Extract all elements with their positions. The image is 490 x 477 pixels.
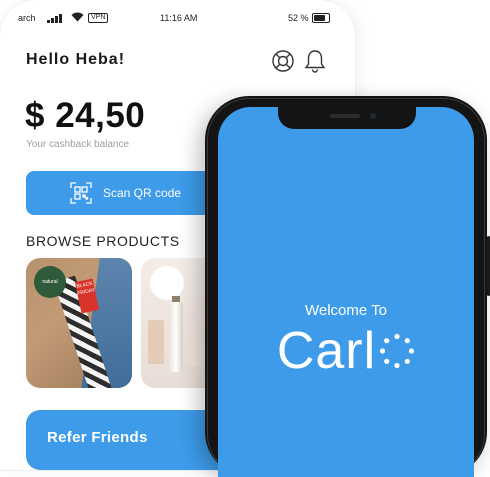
browse-products-title: BROWSE PRODUCTS — [26, 233, 180, 249]
refer-friends-label: Refer Friends — [47, 429, 148, 446]
notch — [278, 107, 416, 129]
scan-qr-label: Scan QR code — [103, 186, 182, 200]
product-image — [148, 320, 164, 364]
battery-icon — [312, 13, 330, 23]
wifi-icon — [71, 12, 84, 22]
carrier-label: arch — [18, 13, 36, 23]
cashback-balance: $ 24,50 — [25, 96, 146, 135]
battery-percent: 52 % — [288, 13, 309, 23]
bell-icon[interactable] — [304, 49, 326, 73]
balance-label: Your cashback balance — [26, 139, 130, 150]
product-card[interactable]: natural BLACK FRIDAY — [26, 258, 132, 388]
status-time: 11:16 AM — [160, 13, 198, 23]
carlo-o-icon — [380, 333, 415, 369]
support-icon[interactable] — [271, 49, 295, 73]
welcome-text: Welcome To — [305, 302, 387, 319]
brand-name: Carl — [276, 322, 377, 380]
phone-frame: Welcome To Carl — [205, 96, 490, 477]
brand-logo — [150, 266, 184, 300]
qr-icon — [70, 182, 92, 204]
greeting: Hello Heba! — [26, 51, 126, 68]
status-bar: arch VPN 11:16 AM 52 % — [0, 10, 355, 26]
brand-logo: Carl — [218, 321, 474, 381]
signal-icon — [47, 13, 62, 23]
vpn-badge: VPN — [88, 13, 109, 23]
brand-logo: natural — [34, 266, 66, 298]
splash-screen: Welcome To Carl — [218, 107, 474, 477]
camera-icon — [370, 113, 376, 119]
scan-qr-button[interactable]: Scan QR code — [26, 171, 226, 215]
